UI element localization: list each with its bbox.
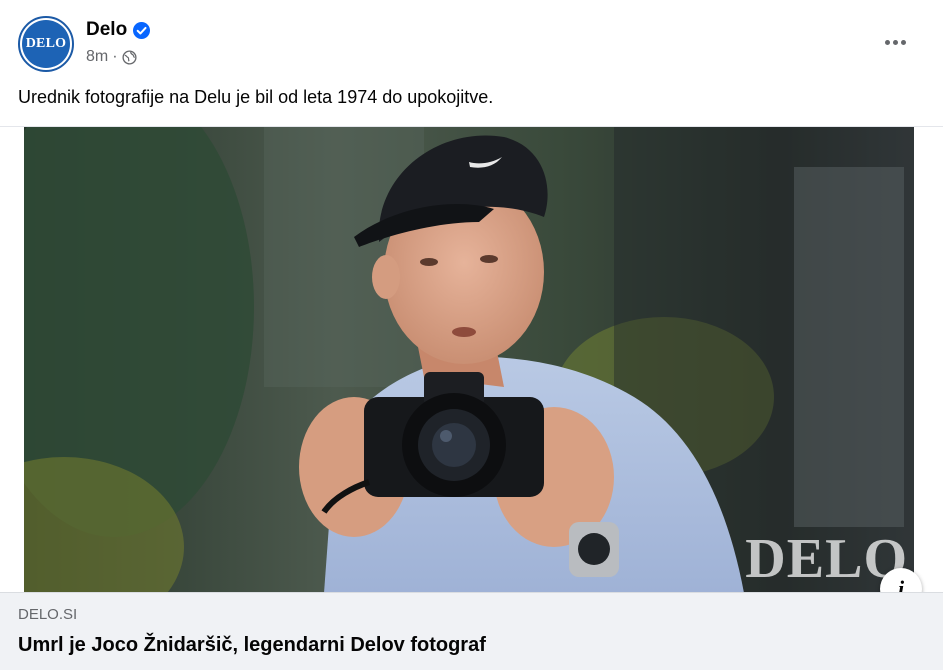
article-photo[interactable]: DELO [24,127,914,593]
meta-separator: · [112,48,118,65]
post-media[interactable]: DELO [0,126,943,593]
verified-badge-icon [133,21,151,39]
link-domain: DELO.SI [18,606,78,623]
page-avatar[interactable]: DELO [18,16,74,72]
author-name[interactable]: Delo [86,19,127,41]
feed-post: DELO Delo 8m · Urednik fotografije na De… [0,0,943,670]
link-preview[interactable]: DELO.SI Umrl je Joco Žnidaršič, legendar… [0,592,943,670]
post-timestamp[interactable]: 8m [86,48,108,66]
more-options-icon[interactable] [872,26,918,58]
link-title[interactable]: Umrl je Joco Žnidaršič, legendarni Delov… [18,634,486,657]
post-meta: 8m · [86,48,137,66]
globe-icon[interactable] [122,49,137,65]
post-text: Urednik fotografije na Delu je bil od le… [18,87,494,107]
avatar-logo: DELO [22,20,70,68]
author-row: Delo [86,19,151,41]
